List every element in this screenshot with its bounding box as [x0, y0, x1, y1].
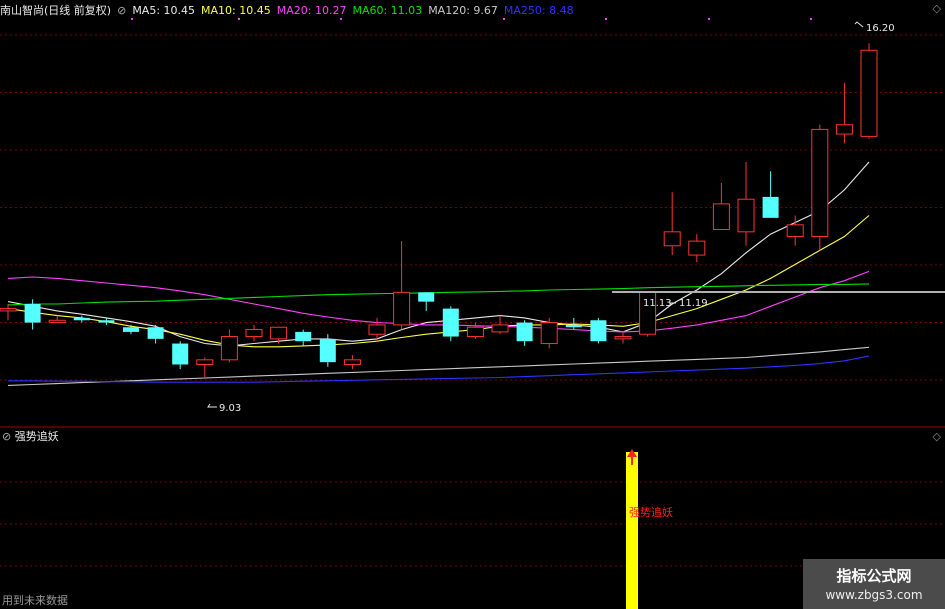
ma60-line [7, 283, 870, 306]
candle-body [712, 203, 730, 230]
marker-dot [238, 18, 240, 20]
candle-body [319, 338, 336, 363]
stock-chart-window: 南山智尚(日线 前复权) ⊘ MA5: 10.45 MA10: 10.45 MA… [0, 0, 945, 609]
candle-body [418, 292, 435, 302]
high-arrow [854, 21, 864, 28]
high-price-label: 16.20 [866, 23, 895, 34]
candle-body [172, 343, 189, 365]
signal-label: 强势追妖 [629, 505, 673, 519]
candle-body [147, 327, 164, 339]
ma5-line [7, 161, 870, 347]
candle-body [393, 291, 411, 326]
marker-dot [605, 18, 607, 20]
candle-body [98, 320, 115, 323]
marker-dot [810, 18, 812, 20]
watermark-url: www.zbgs3.com [825, 588, 923, 602]
candle-body [368, 324, 386, 335]
ma120-line [7, 346, 870, 386]
candle-body [123, 327, 139, 332]
candle-body [835, 124, 853, 135]
candle-body [762, 196, 779, 218]
candle-body [270, 326, 288, 340]
candle-body [343, 359, 361, 365]
candle-body [516, 322, 533, 342]
indicator-header: ⊘ 强势追妖 [2, 428, 59, 444]
candle-body [442, 308, 459, 337]
candle-body [0, 308, 17, 312]
candle-body [295, 331, 312, 342]
low-arrow [207, 403, 217, 408]
candle-body [245, 329, 263, 338]
indicator-title: 强势追妖 [14, 430, 59, 443]
candle-body [24, 303, 41, 323]
marker-dot [708, 18, 710, 20]
marker-dot [340, 18, 342, 20]
level-label-left: 11.13 [643, 298, 672, 309]
candle-body [590, 320, 607, 342]
marker-dot [131, 18, 133, 20]
candle-body [786, 224, 804, 237]
candle-body [663, 231, 681, 247]
signal-bar [626, 452, 638, 609]
candle-body [196, 359, 214, 365]
candle-body [565, 324, 582, 328]
candle-body [614, 336, 632, 340]
candle-body [811, 128, 829, 237]
candle-body [491, 324, 509, 333]
candle-body [220, 336, 238, 361]
collapse-icon[interactable]: ⊘ [2, 430, 11, 443]
candle-body [48, 319, 66, 324]
marker-dot [503, 18, 505, 20]
candle-body [540, 322, 558, 345]
candlestick-chart: 16.20 9.03 11.13 11.19 强势追妖 [0, 18, 945, 609]
candle-body [73, 317, 90, 321]
watermark-title: 指标公式网 [836, 567, 912, 585]
ma10-line [7, 215, 870, 348]
candle-body [860, 49, 878, 137]
candle-body [737, 198, 755, 233]
candle-body [688, 240, 706, 256]
watermark: 指标公式网 www.zbgs3.com [803, 559, 945, 609]
future-data-note: 用到未来数据 [2, 594, 68, 607]
candle-body [466, 326, 484, 338]
low-price-label: 9.03 [219, 403, 241, 414]
level-label-right: 11.19 [679, 298, 708, 309]
